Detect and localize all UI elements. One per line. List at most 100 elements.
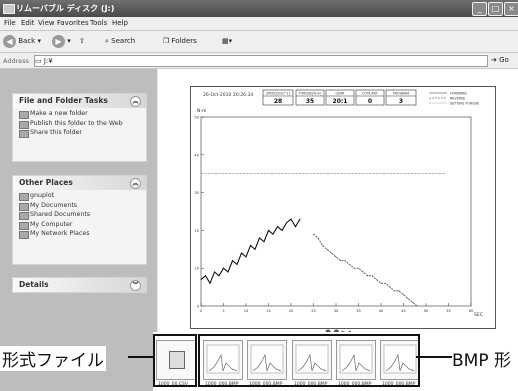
series-point	[376, 279, 377, 280]
series-point	[362, 271, 364, 273]
go-button[interactable]: ➔ Go	[491, 56, 509, 64]
series-point	[412, 301, 413, 303]
forward-button[interactable]: ▶ ▾	[52, 34, 71, 48]
series-point	[331, 252, 332, 254]
collapse-chevron-icon[interactable]: ︽	[130, 178, 141, 189]
x-tick-label: 40	[379, 309, 384, 313]
title-bar[interactable]: リムーバブル ディスク (J:) _ □ ×	[0, 0, 518, 17]
search-label: Search	[111, 37, 136, 45]
close-button[interactable]: ×	[504, 2, 518, 16]
network-icon	[19, 231, 29, 239]
y-tick-label: 0	[197, 305, 200, 309]
place-shared-documents[interactable]: Shared Documents	[13, 211, 146, 220]
series-point	[358, 267, 359, 269]
csv-annotation: 形式ファイル	[0, 346, 106, 371]
y-tick-label: 20	[194, 229, 199, 233]
place-my-computer[interactable]: My Computer	[13, 220, 146, 230]
series-point	[398, 290, 400, 292]
address-value: J:¥	[43, 57, 53, 65]
details-header[interactable]: Details ︾	[13, 278, 146, 292]
task-make-folder[interactable]: Make a new folder	[13, 110, 146, 119]
place-label: My Computer	[30, 220, 73, 228]
globe-icon	[19, 120, 29, 129]
readout-label: COOLANT	[362, 92, 378, 96]
task-share-folder[interactable]: Share this folder	[13, 129, 146, 138]
readout-boxes: SPEED[min^1] 28 TORQUE[N-m] 35 GEAR 20:1 COOLA…	[262, 89, 417, 106]
menu-favorites[interactable]: Favorites	[57, 19, 89, 27]
x-axis-label: SEC	[474, 312, 483, 318]
search-button[interactable]: ⌕ Search	[105, 34, 135, 48]
series-point	[403, 294, 404, 296]
series-point	[353, 267, 355, 269]
place-my-network[interactable]: My Network Places	[13, 230, 146, 239]
other-places-title: Other Places	[19, 178, 73, 187]
menu-edit[interactable]: Edit	[21, 19, 35, 27]
legend-label: FORWARD	[450, 91, 467, 95]
series-point	[268, 229, 269, 231]
readout-value: 20:1	[333, 98, 348, 105]
series-point	[254, 248, 256, 250]
file-folder-tasks-header[interactable]: File and Folder Tasks ︽	[13, 94, 146, 108]
series-point	[416, 305, 418, 307]
series-reverse-line	[313, 233, 418, 307]
series-point	[209, 282, 211, 284]
details-panel: Details ︾	[12, 277, 147, 293]
x-tick-label: 45	[401, 309, 406, 313]
x-tick-label: 15	[266, 309, 271, 313]
series-forward-line	[200, 218, 301, 285]
other-places-header[interactable]: Other Places ︽	[13, 176, 146, 190]
menu-tools[interactable]: Tools	[90, 19, 107, 27]
readout-value: 3	[399, 98, 403, 105]
menu-file[interactable]: File	[4, 19, 16, 27]
explorer-window: リムーバブル ディスク (J:) _ □ × File Edit View Fa…	[0, 0, 518, 391]
share-icon	[19, 130, 29, 138]
series-point	[286, 222, 287, 224]
x-tick-label: 5	[222, 309, 224, 313]
menu-help[interactable]: Help	[112, 19, 128, 27]
series-point	[259, 237, 260, 239]
x-tick-label: 20	[289, 309, 294, 313]
series-point	[371, 275, 373, 277]
series-point	[389, 286, 391, 288]
address-input[interactable]: ▭ J:¥	[34, 55, 488, 67]
drive-icon: ▭	[35, 57, 42, 65]
y-tick-label: 50	[194, 116, 199, 120]
back-button[interactable]: ◀ Back ▾	[3, 34, 41, 48]
collapse-chevron-icon[interactable]: ︽	[130, 96, 141, 107]
folder-icon	[3, 4, 15, 14]
chart-svg: 26-Oct-2010 20:26:34 SPEED[min^1] 28 TORQU…	[194, 89, 483, 318]
place-gnuplot[interactable]: gnuplot	[13, 192, 146, 201]
minimize-button[interactable]: _	[472, 2, 487, 16]
place-my-documents[interactable]: My Documents	[13, 201, 146, 211]
maximize-button[interactable]: □	[488, 2, 503, 16]
csv-callout-line	[128, 356, 154, 358]
views-button[interactable]: ▦▾	[222, 34, 232, 48]
series-point	[326, 248, 328, 250]
expand-chevron-icon[interactable]: ︾	[130, 280, 141, 291]
readout-label: GEAR	[336, 92, 346, 96]
place-label: My Documents	[30, 201, 78, 209]
folders-label: Folders	[171, 37, 197, 45]
legend-label: SETTING TORQUE	[450, 101, 479, 105]
series-point	[272, 233, 274, 235]
window-title: リムーバブル ディスク (J:)	[16, 4, 115, 13]
series-point	[263, 241, 265, 243]
address-bar: Address ▭ J:¥ ➔ Go	[0, 53, 518, 69]
x-tick-label: 35	[356, 309, 361, 313]
y-axis-label: N-m	[197, 108, 206, 114]
new-folder-icon	[19, 111, 29, 119]
x-tick-label: 50	[424, 309, 429, 313]
readout-label: TORQUE[N-m]	[298, 92, 322, 96]
readout-label: PROGRAM	[393, 92, 409, 96]
readout-value: 0	[368, 98, 372, 105]
menu-view[interactable]: View	[38, 19, 55, 27]
task-publish-web[interactable]: Publish this folder to the Web	[13, 120, 146, 129]
readout-value: 28	[274, 98, 282, 105]
up-folder-button[interactable]: ⇧	[79, 34, 85, 48]
documents-icon	[19, 202, 29, 211]
series-point	[340, 260, 341, 262]
folders-button[interactable]: ❐ Folders	[163, 34, 197, 48]
series-point	[380, 282, 382, 284]
folders-icon: ❐	[163, 37, 170, 45]
series-point	[245, 256, 247, 258]
